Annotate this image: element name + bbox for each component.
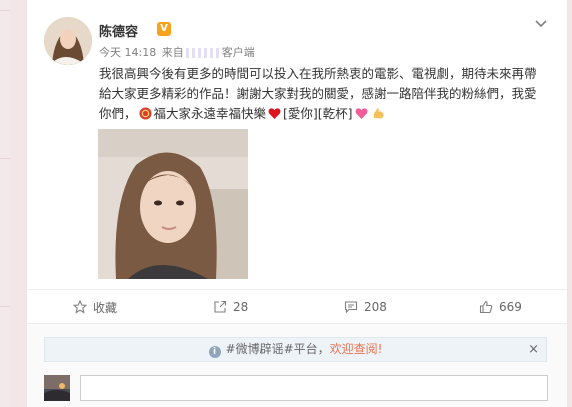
notice-text: #微博辟谣#平台，: [225, 342, 330, 356]
avatar[interactable]: [44, 17, 92, 65]
source-suffix[interactable]: 客户端: [222, 46, 255, 59]
source-prefix: 来自: [161, 46, 184, 59]
comment-input[interactable]: [80, 375, 548, 401]
current-user-avatar[interactable]: [44, 375, 70, 401]
page-edge-left: [0, 0, 10, 407]
comment-area: i #微博辟谣#平台，欢迎查阅! ×: [27, 323, 567, 407]
post-photo[interactable]: [98, 129, 248, 279]
username[interactable]: 陈德容: [99, 21, 138, 40]
notice-link[interactable]: 欢迎查阅!: [330, 342, 383, 356]
repost-button[interactable]: 28: [213, 290, 248, 324]
post-actions: 收藏 28 208 669: [27, 289, 567, 323]
post-meta: 今天 14:18 来自 客户端: [99, 44, 255, 60]
comment-button[interactable]: 208: [344, 290, 387, 324]
post-line-2: 給大家更多精彩的作品！謝謝大家對我的關愛，感謝一路陪伴我的粉絲們，我愛: [99, 86, 537, 101]
info-icon: i: [208, 346, 221, 358]
heart-icon: [268, 106, 281, 119]
post-time[interactable]: 今天 14:18: [99, 46, 156, 59]
verified-badge-icon: V: [157, 22, 171, 36]
source-obscured: [185, 48, 220, 58]
favorite-button[interactable]: 收藏: [73, 290, 117, 324]
flexed-arm-icon: [372, 106, 385, 119]
rumor-notice: i #微博辟谣#平台，欢迎查阅! ×: [44, 337, 547, 362]
weibo-post-card: 陈德容 V 今天 14:18 来自 客户端 我很高興今後有更多的時間可以投入在我所…: [26, 0, 568, 407]
post-text: 我很高興今後有更多的時間可以投入在我所熱衷的電影、電視劇，期待未來再帶 給大家更…: [99, 64, 551, 124]
comment-count: 208: [364, 300, 387, 314]
post-line-3-start: 你們，: [99, 106, 137, 121]
share-icon: [214, 300, 227, 313]
close-icon[interactable]: ×: [528, 338, 539, 361]
post-line-3: 你們， 福大家永遠幸福快樂 [愛你][乾杯]: [99, 104, 551, 124]
comment-icon: [344, 301, 358, 314]
post-line-3-text: 福大家永遠幸福快樂: [153, 106, 267, 121]
like-count: 669: [499, 300, 522, 314]
fortune-icon: [139, 106, 152, 120]
thumbs-up-icon: [479, 300, 493, 314]
emoji-tags: [愛你][乾杯]: [283, 106, 353, 121]
sparkle-heart-icon: [355, 106, 368, 119]
chevron-down-icon[interactable]: [533, 15, 549, 31]
like-button[interactable]: 669: [479, 290, 522, 324]
star-icon: [73, 300, 87, 314]
repost-count: 28: [233, 300, 249, 314]
post-line-1: 我很高興今後有更多的時間可以投入在我所熱衷的電影、電視劇，期待未來再帶: [99, 66, 537, 81]
favorite-label: 收藏: [93, 300, 118, 315]
